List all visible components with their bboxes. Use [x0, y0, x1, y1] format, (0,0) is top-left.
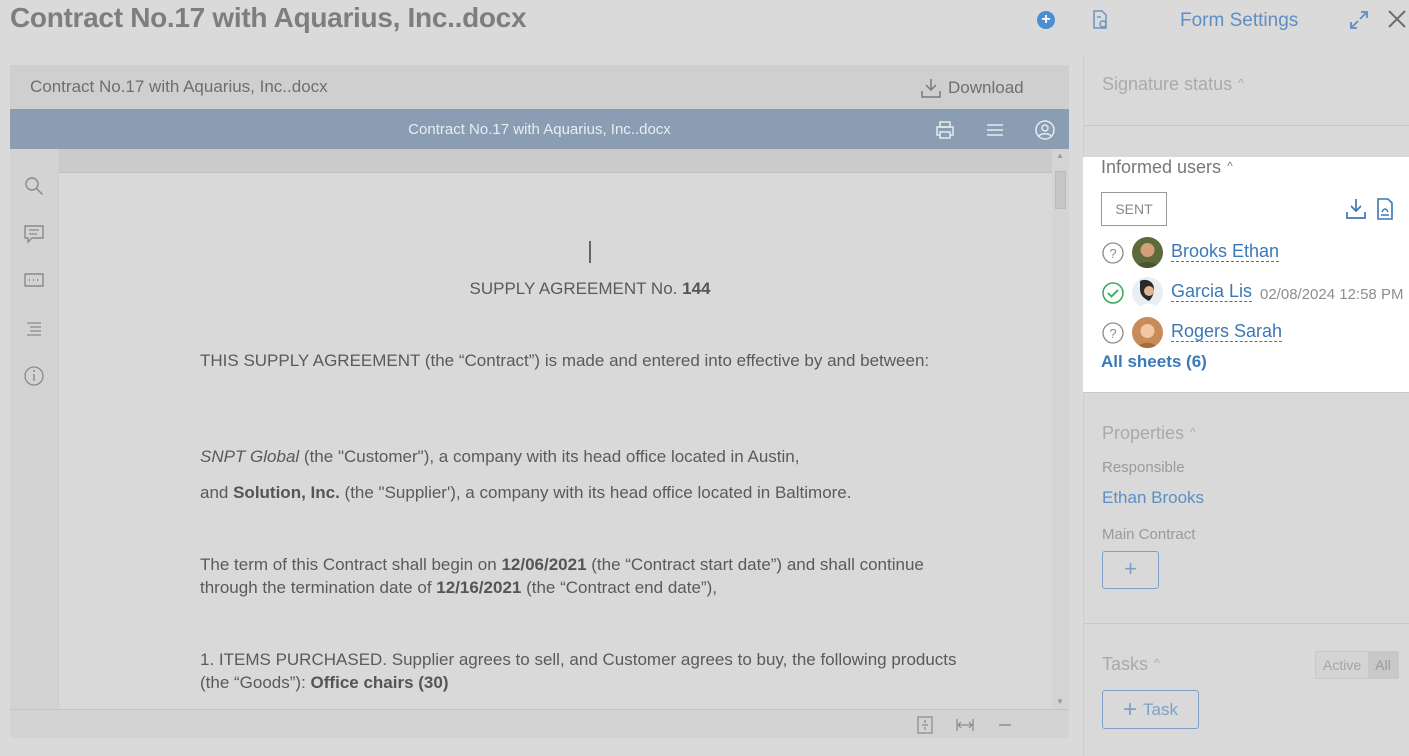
headings-icon[interactable]: [23, 318, 45, 340]
filter-active-tab[interactable]: Active: [1316, 652, 1368, 678]
text-cursor: [589, 241, 591, 263]
tasks-toggle[interactable]: Tasks ^: [1102, 654, 1160, 675]
user-link[interactable]: Garcia Lis: [1171, 281, 1253, 302]
informed-user-row: Garcia Lis 02/08/2024 12:58 PM: [1101, 277, 1404, 311]
divider: [1084, 623, 1409, 624]
zoom-out-icon[interactable]: [996, 716, 1014, 734]
plus-icon: +: [1123, 695, 1138, 723]
user-link[interactable]: Rogers Sarah: [1171, 321, 1283, 342]
print-icon[interactable]: [934, 119, 956, 141]
add-task-label: Task: [1143, 699, 1178, 719]
responsible-label: Responsible: [1102, 459, 1185, 476]
tasks-filter: Active All: [1315, 651, 1399, 679]
check-circle-icon: [1102, 282, 1124, 304]
chevron-up-icon: ^: [1154, 656, 1160, 670]
search-icon[interactable]: [23, 175, 45, 197]
chevron-up-icon: ^: [1190, 425, 1196, 439]
divider: [1084, 125, 1409, 126]
avatar: [1132, 317, 1163, 348]
fit-page-icon[interactable]: [916, 716, 934, 734]
ruler: [59, 149, 1052, 173]
informed-user-row: ? Brooks Ethan: [1101, 237, 1401, 271]
info-icon[interactable]: [23, 365, 45, 387]
question-icon: ?: [1102, 322, 1124, 344]
user-icon[interactable]: [1034, 119, 1056, 141]
document-paragraph: THIS SUPPLY AGREEMENT (the “Contract”) i…: [200, 351, 930, 370]
add-task-button[interactable]: + Task: [1102, 690, 1199, 729]
form-settings-link[interactable]: Form Settings: [1180, 10, 1298, 32]
document-paragraph: 1. ITEMS PURCHASED. Supplier agrees to s…: [200, 650, 957, 692]
download-label: Download: [948, 78, 1024, 97]
filter-all-tab[interactable]: All: [1368, 652, 1398, 678]
user-link[interactable]: Brooks Ethan: [1171, 241, 1280, 262]
download-icon: [921, 79, 941, 98]
svg-text:?: ?: [1109, 246, 1116, 261]
question-icon: ?: [1102, 242, 1124, 264]
add-main-contract-button[interactable]: +: [1102, 551, 1159, 589]
scroll-up-icon[interactable]: ▲: [1056, 151, 1064, 160]
scroll-down-icon[interactable]: ▼: [1056, 697, 1064, 706]
document-page: SUPPLY AGREEMENT No. 144 THIS SUPPLY AGR…: [59, 149, 1052, 709]
page-title: Contract No.17 with Aquarius, Inc..docx: [10, 2, 527, 33]
document-paragraph: The term of this Contract shall begin on…: [200, 555, 924, 597]
sent-button[interactable]: SENT: [1101, 192, 1167, 226]
expand-icon[interactable]: [1348, 9, 1370, 31]
menu-icon[interactable]: [984, 119, 1006, 141]
document-paragraph: SNPT Global (the "Customer"), a company …: [200, 447, 800, 466]
responsible-link[interactable]: Ethan Brooks: [1102, 488, 1204, 508]
informed-user-row: ? Rogers Sarah: [1101, 317, 1401, 351]
viewer-bottom-bar: [10, 709, 1069, 738]
document-toolbar-title: Contract No.17 with Aquarius, Inc..docx: [408, 121, 671, 138]
informed-users-toggle[interactable]: Informed users ^: [1101, 157, 1233, 178]
document-heading: SUPPLY AGREEMENT No. 144: [469, 279, 711, 298]
fit-width-icon[interactable]: [956, 716, 974, 734]
download-button[interactable]: Download: [920, 76, 1024, 100]
properties-toggle[interactable]: Properties ^: [1102, 423, 1196, 444]
document-paragraph: and Solution, Inc. (the "Supplier'), a c…: [200, 483, 852, 502]
close-icon[interactable]: [1386, 8, 1408, 30]
main-contract-label: Main Contract: [1102, 526, 1196, 543]
informed-users-section: Informed users ^ SENT ? Brooks Ethan Gar…: [1083, 157, 1409, 392]
chevron-up-icon: ^: [1227, 159, 1233, 173]
svg-text:?: ?: [1109, 326, 1116, 341]
viewer-file-name: Contract No.17 with Aquarius, Inc..docx: [30, 77, 328, 96]
avatar: [1132, 237, 1163, 268]
viewer-left-toolbar: [10, 149, 58, 709]
download-sheets-icon[interactable]: [1344, 197, 1368, 221]
pdf-icon[interactable]: [1373, 197, 1397, 221]
scroll-thumb[interactable]: [1055, 171, 1066, 209]
form-settings-icon[interactable]: [1091, 10, 1109, 30]
all-sheets-link[interactable]: All sheets (6): [1101, 352, 1207, 372]
document-toolbar: Contract No.17 with Aquarius, Inc..docx: [10, 109, 1069, 149]
vertical-scrollbar[interactable]: ▲ ▼: [1052, 149, 1069, 709]
avatar: [1132, 277, 1163, 308]
chevron-up-icon: ^: [1238, 76, 1244, 90]
document-viewer: Contract No.17 with Aquarius, Inc..docx …: [10, 65, 1069, 738]
divider: [1084, 392, 1409, 393]
add-icon[interactable]: +: [1037, 11, 1055, 29]
signed-date: 02/08/2024 12:58 PM: [1260, 286, 1404, 303]
comment-icon[interactable]: [23, 223, 45, 245]
chat-icon[interactable]: [23, 270, 45, 292]
signature-status-toggle[interactable]: Signature status ^: [1102, 74, 1244, 95]
